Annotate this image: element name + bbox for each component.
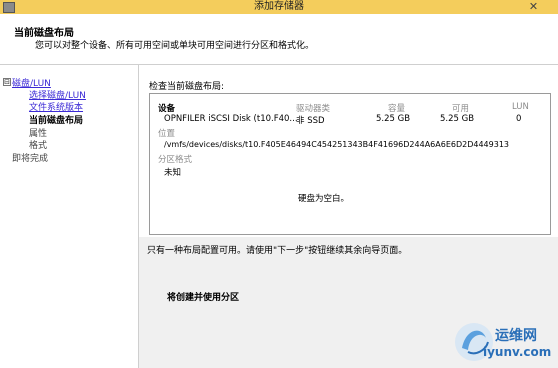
column-lun: LUN [512,102,529,112]
device-capacity: 5.25 GB [376,114,411,124]
wizard-header: 当前磁盘布局 您可以对整个设备、所有可用空间或单块可用空间进行分区和格式化。 [0,14,558,65]
partition-format-value: 未知 [164,168,182,178]
step-current-layout: 当前磁盘布局 [29,116,84,126]
wizard-steps: ⊟ 磁盘/LUN 选择磁盘/LUN 文件系统版本 当前磁盘布局 属性 格式 即将… [0,65,139,368]
page-title: 当前磁盘布局 [14,28,74,39]
review-label: 检查当前磁盘布局: [149,82,225,92]
watermark-url: iyunv.com [483,345,552,359]
column-capacity: 容量 [388,104,406,114]
watermark-brand: 运维网 [495,328,537,344]
step-format: 格式 [29,141,48,151]
title-bar: 添加存储器 ✕ [0,0,558,14]
column-available: 可用 [452,104,470,114]
window-title: 添加存储器 [254,1,304,12]
create-partition-text: 将创建并使用分区 [167,293,240,303]
close-icon[interactable]: ✕ [527,1,540,13]
column-device: 设备 [158,104,176,114]
location-label: 位置 [158,129,176,139]
partition-format-label: 分区格式 [158,155,193,165]
device-driver-type: 非 SSD [296,116,325,126]
device-lun: 0 [516,114,522,124]
location-path: /vmfs/devices/disks/t10.F405E46494C45425… [164,140,510,149]
device-name: OPNFILER iSCSI Disk (t10.F40... [164,114,298,124]
layout-hint: 只有一种布局配置可用。请使用"下一步"按钮继续其余向导页面。 [147,246,408,256]
step-fs-version[interactable]: 文件系统版本 [29,100,83,113]
page-description: 您可以对整个设备、所有可用空间或单块可用空间进行分区和格式化。 [35,41,315,51]
empty-disk-message: 硬盘为空白。 [298,194,350,204]
disk-layout-box: 设备 驱动器类 容量 可用 LUN OPNFILER iSCSI Disk (t… [149,93,551,235]
step-ready-complete: 即将完成 [12,154,49,164]
collapse-icon[interactable]: ⊟ [3,78,11,86]
column-driver-type: 驱动器类 [296,104,331,114]
device-available: 5.25 GB [440,114,475,124]
